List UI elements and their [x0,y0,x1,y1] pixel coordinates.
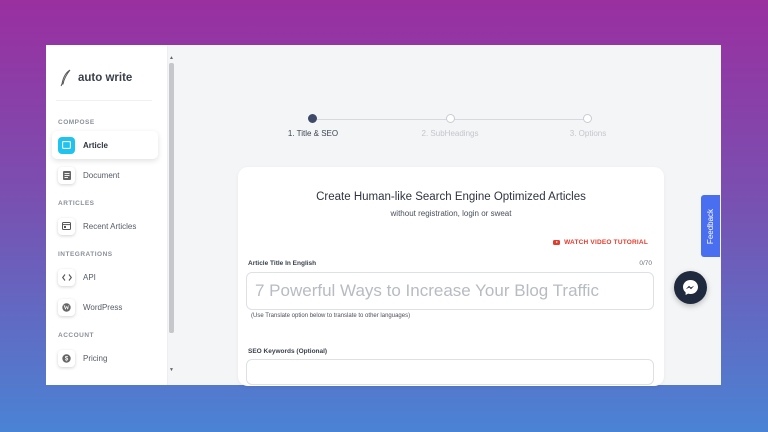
char-counter: 0/70 [639,260,652,267]
article-title-input[interactable] [246,272,654,310]
sidebar-item-label: Article [83,140,108,150]
watch-video-tutorial-link[interactable]: WATCH VIDEO TUTORIAL [553,239,648,246]
form-title: Create Human-like Search Engine Optimize… [316,191,586,203]
section-label-account: ACCOUNT [58,332,94,339]
sidebar-item-label: WordPress [83,302,123,312]
translate-hint: (Use Translate option below to translate… [251,313,411,319]
brand-name: auto write [78,72,133,84]
tutorial-label: WATCH VIDEO TUTORIAL [564,239,648,246]
quill-icon [60,69,71,87]
sidebar-item-api[interactable]: API [52,263,158,291]
sidebar-item-label: Recent Articles [83,221,137,231]
form-subtitle: without registration, login or sweat [390,209,512,218]
sidebar-item-label: API [83,272,96,282]
messenger-chat-button[interactable] [674,271,707,304]
section-label-compose: COMPOSE [58,119,95,126]
recent-articles-icon [58,217,75,235]
sidebar-item-recent-articles[interactable]: Recent Articles [52,212,158,240]
sidebar: auto write COMPOSE Article Document ARTI… [46,45,168,385]
sidebar-item-pricing[interactable]: $ Pricing [52,344,158,372]
code-icon [58,268,75,286]
youtube-icon [553,240,561,245]
article-title-label: Article Title In English [248,260,317,267]
seo-keywords-input[interactable] [246,359,654,385]
sidebar-scrollbar[interactable]: ▲ ▼ [168,55,175,375]
sidebar-item-article[interactable]: Article [52,131,158,159]
scroll-thumb[interactable] [169,63,174,333]
article-icon [58,136,75,154]
feedback-label: Feedback [706,208,716,244]
svg-text:W: W [64,305,70,311]
wordpress-icon: W [58,298,75,316]
section-label-articles: ARTICLES [58,200,95,207]
dollar-icon: $ [58,349,75,367]
seo-keywords-label: SEO Keywords (Optional) [248,348,328,355]
sidebar-item-label: Document [83,170,120,180]
scroll-down-icon[interactable]: ▼ [169,367,174,373]
sidebar-item-document[interactable]: Document [52,161,158,189]
messenger-icon [683,280,698,295]
brand[interactable]: auto write [59,69,132,87]
sidebar-item-label: Pricing [83,353,108,363]
feedback-tab[interactable]: Feedback [701,195,720,257]
divider [56,100,152,101]
sidebar-item-wordpress[interactable]: W WordPress [52,293,158,321]
scroll-up-icon[interactable]: ▲ [169,55,174,61]
article-form-card: Create Human-like Search Engine Optimize… [238,167,664,386]
section-label-integrations: INTEGRATIONS [58,251,113,258]
document-icon [58,166,75,184]
